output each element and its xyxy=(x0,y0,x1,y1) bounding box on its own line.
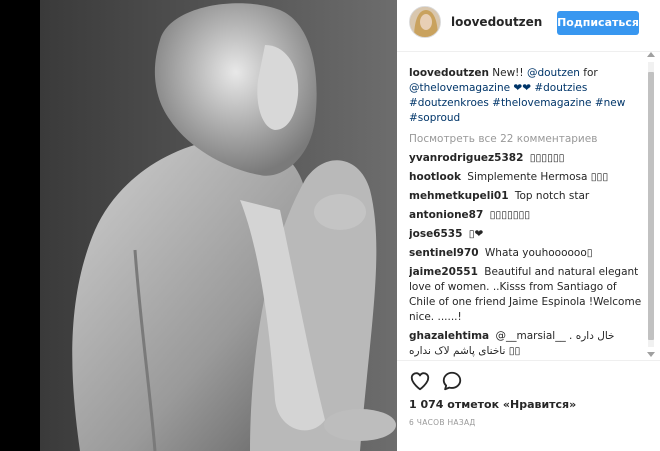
comment-username[interactable]: ghazalehtima xyxy=(409,330,489,342)
scroll-down-arrow-icon[interactable] xyxy=(647,352,655,357)
post-username[interactable]: loovedoutzen xyxy=(451,15,542,29)
post-details-pane: loovedoutzen Подписаться loovedoutzen Ne… xyxy=(397,0,660,451)
follow-button[interactable]: Подписаться xyxy=(557,11,639,35)
caption-username[interactable]: loovedoutzen xyxy=(409,67,489,79)
comment-text: Whata youhoooooo▯ xyxy=(484,247,593,259)
caption-mention[interactable]: @doutzen xyxy=(527,67,580,79)
comment-username[interactable]: sentinel970 xyxy=(409,247,479,259)
comment-item: ghazalehtima @__marsial__ خال داره . ناخ… xyxy=(409,329,644,359)
view-all-comments-link[interactable]: Посмотреть все 22 комментариев xyxy=(409,132,644,147)
comment-bubble-icon[interactable] xyxy=(441,370,463,392)
comments-list[interactable]: loovedoutzen New!! @doutzen for @thelove… xyxy=(409,66,644,366)
comment-username[interactable]: mehmetkupeli01 xyxy=(409,190,509,202)
post-header: loovedoutzen Подписаться xyxy=(397,0,660,52)
comment-item: mehmetkupeli01 Top notch star xyxy=(409,189,644,204)
post-actions: 1 074 отметок «Нравится» 6 ЧАСОВ НАЗАД xyxy=(397,360,660,451)
comment-item: sentinel970 Whata youhoooooo▯ xyxy=(409,246,644,261)
comment-text: Simplemente Hermosa ▯▯▯ xyxy=(467,171,609,183)
comment-text: ▯▯▯▯▯▯ xyxy=(529,152,565,164)
comment-username[interactable]: hootlook xyxy=(409,171,461,183)
comment-item: yvanrodriguez5382 ▯▯▯▯▯▯ xyxy=(409,151,644,166)
comments-scrollbar[interactable] xyxy=(646,52,656,357)
comment-item: antonione87 ▯▯▯▯▯▯▯ xyxy=(409,208,644,223)
scroll-thumb[interactable] xyxy=(648,72,654,340)
post-photo xyxy=(40,0,397,451)
scroll-up-arrow-icon[interactable] xyxy=(647,52,655,57)
avatar[interactable] xyxy=(409,6,441,38)
caption-tags[interactable]: @thelovemagazine ❤❤ #doutzies #doutzenkr… xyxy=(409,82,625,124)
comment-username[interactable]: jaime20551 xyxy=(409,266,478,278)
caption: loovedoutzen New!! @doutzen for @thelove… xyxy=(409,66,644,126)
post-timestamp: 6 ЧАСОВ НАЗАД xyxy=(409,418,476,427)
comment-item: jose6535 ▯❤ xyxy=(409,227,644,242)
caption-text-before: New!! xyxy=(492,67,527,79)
comment-text: ▯❤ xyxy=(468,228,484,240)
post-photo-pane xyxy=(0,0,397,451)
comment-username[interactable]: antonione87 xyxy=(409,209,483,221)
comment-username[interactable]: jose6535 xyxy=(409,228,462,240)
heart-icon[interactable] xyxy=(409,370,431,392)
likes-count[interactable]: 1 074 отметок «Нравится» xyxy=(409,398,576,411)
comment-text: Top notch star xyxy=(514,190,590,202)
caption-text-middle: for xyxy=(579,67,598,79)
comment-item: jaime20551 Beautiful and natural elegant… xyxy=(409,265,644,325)
comment-item: hootlook Simplemente Hermosa ▯▯▯ xyxy=(409,170,644,185)
comment-text: ▯▯▯▯▯▯▯ xyxy=(489,209,531,221)
comment-username[interactable]: yvanrodriguez5382 xyxy=(409,152,523,164)
